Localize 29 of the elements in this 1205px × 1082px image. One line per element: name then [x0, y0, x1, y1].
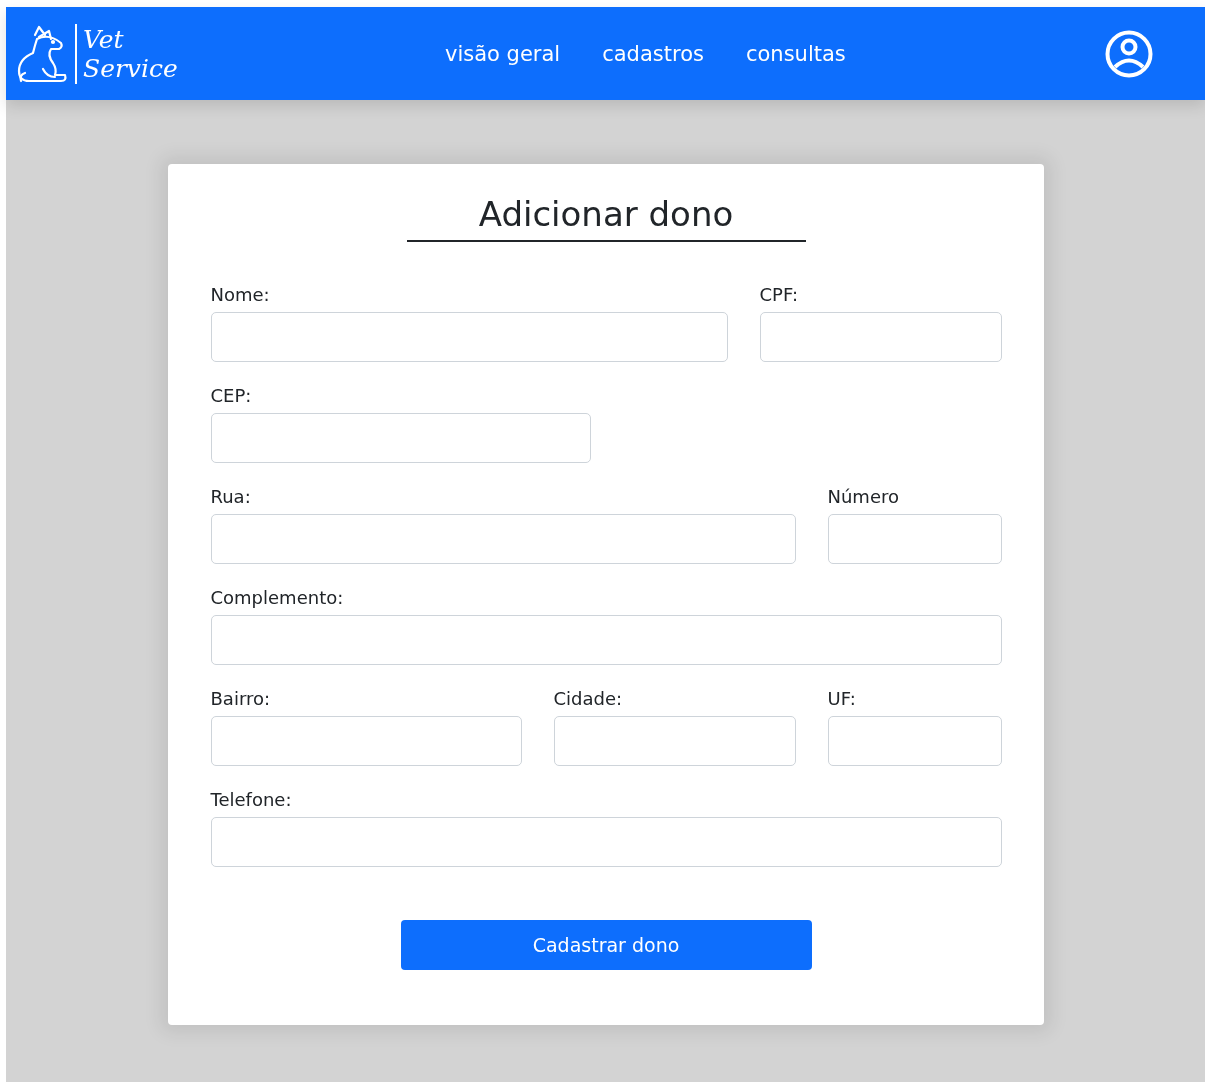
form-title: Adicionar dono: [406, 194, 806, 242]
input-field[interactable]: [553, 716, 796, 766]
nav-link[interactable]: cadastros: [602, 41, 704, 66]
field-label: Rua:: [210, 485, 252, 509]
input-field[interactable]: [210, 615, 1002, 665]
brand-name: Service: [83, 53, 178, 83]
input-field[interactable]: [210, 312, 728, 362]
field-label: Bairro:: [210, 687, 272, 711]
input-field[interactable]: [210, 514, 796, 564]
input-field[interactable]: [827, 514, 1002, 564]
input-field[interactable]: [827, 716, 1002, 766]
field-label: Telefone:: [210, 788, 293, 812]
nav-link[interactable]: visão geral: [445, 41, 561, 66]
user-account-icon[interactable]: [1105, 29, 1153, 78]
input-field[interactable]: [210, 817, 1002, 867]
field-label: Cidade:: [553, 687, 624, 711]
input-field[interactable]: [210, 716, 522, 766]
brand-name: Vet: [83, 24, 125, 54]
field-label: CEP:: [210, 384, 253, 408]
input-field[interactable]: [210, 413, 591, 463]
input-field[interactable]: [759, 312, 1002, 362]
nav-link[interactable]: consultas: [745, 41, 846, 66]
field-label: CPF:: [759, 283, 799, 307]
field-label: Número: [827, 485, 900, 509]
rabbit-logo-icon: [15, 24, 69, 83]
field-label: UF:: [827, 687, 857, 711]
field-label: Complemento:: [210, 586, 345, 610]
field-label: Nome:: [210, 283, 271, 307]
submit-button[interactable]: Cadastrar dono: [400, 920, 812, 970]
